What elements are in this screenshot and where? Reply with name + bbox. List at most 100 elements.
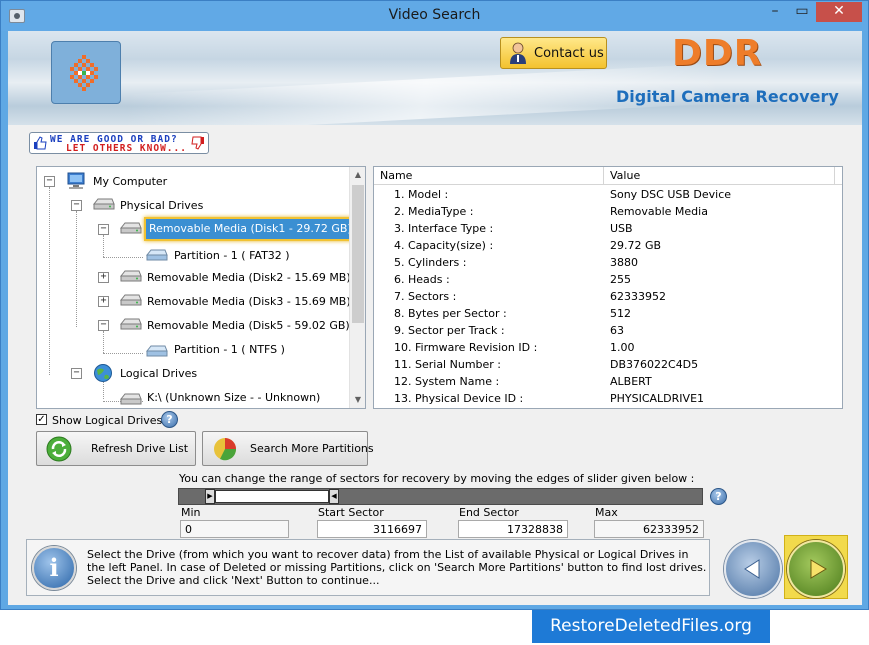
minimize-button[interactable]: – bbox=[762, 2, 788, 22]
sector-help-icon[interactable]: ? bbox=[710, 488, 727, 505]
product-subtitle: Digital Camera Recovery bbox=[616, 87, 839, 106]
property-value: Sony DSC USB Device bbox=[610, 188, 732, 201]
info-icon: i bbox=[32, 546, 76, 590]
refresh-icon bbox=[46, 436, 72, 462]
drive-icon bbox=[119, 222, 142, 234]
drive-icon bbox=[92, 198, 115, 210]
table-row[interactable]: 6. Heads : 255 bbox=[374, 271, 842, 288]
property-value: Removable Media bbox=[610, 205, 708, 218]
property-name: 5. Cylinders : bbox=[394, 256, 467, 269]
table-row[interactable]: 11. Serial Number : DB376022C4D5 bbox=[374, 356, 842, 373]
app-window: Video Search – ▭ ✕ Contact us DDR Digita… bbox=[0, 0, 869, 610]
client-area: Contact us DDR Digital Camera Recovery W… bbox=[8, 31, 862, 605]
tree-line bbox=[103, 353, 143, 354]
collapse-toggle[interactable]: − bbox=[98, 224, 109, 235]
contact-us-button[interactable]: Contact us bbox=[500, 37, 607, 69]
feedback-badge[interactable]: WE ARE GOOD OR BAD? LET OTHERS KNOW... bbox=[29, 132, 209, 154]
property-value: 63 bbox=[610, 324, 624, 337]
show-logical-drives-checkbox[interactable]: ✓ bbox=[36, 414, 47, 425]
brand-logo-text: DDR bbox=[672, 33, 763, 74]
end-sector-label: End Sector bbox=[459, 506, 519, 519]
min-field: 0 bbox=[180, 520, 289, 538]
table-row[interactable]: 3. Interface Type : USB bbox=[374, 220, 842, 237]
tree-line bbox=[103, 331, 104, 353]
drive-properties-table[interactable]: Name Value 1. Model : Sony DSC USB Device… bbox=[373, 166, 843, 409]
scroll-up-arrow-icon[interactable]: ▲ bbox=[350, 167, 365, 183]
table-row[interactable]: 7. Sectors : 62333952 bbox=[374, 288, 842, 305]
tree-node-label: Removable Media (Disk5 - 59.02 GB) bbox=[147, 319, 350, 332]
back-button[interactable] bbox=[724, 540, 782, 598]
show-logical-drives-label: Show Logical Drives bbox=[52, 414, 163, 427]
property-name: 13. Physical Device ID : bbox=[394, 392, 524, 405]
scroll-thumb[interactable] bbox=[352, 185, 364, 323]
title-bar[interactable]: Video Search – ▭ ✕ bbox=[1, 1, 868, 31]
property-value: DB376022C4D5 bbox=[610, 358, 699, 371]
slider-start-handle[interactable]: ▶ bbox=[205, 489, 215, 504]
tree-node-label: Partition - 1 ( FAT32 ) bbox=[174, 249, 290, 262]
drive-icon bbox=[119, 393, 142, 405]
next-button[interactable] bbox=[787, 540, 845, 598]
table-row[interactable]: 10. Firmware Revision ID : 1.00 bbox=[374, 339, 842, 356]
table-row[interactable]: 12. System Name : ALBERT bbox=[374, 373, 842, 390]
scroll-down-arrow-icon[interactable]: ▼ bbox=[350, 392, 365, 408]
search-more-partitions-label: Search More Partitions bbox=[250, 442, 374, 455]
property-name: 1. Model : bbox=[394, 188, 449, 201]
next-arrow-icon bbox=[810, 559, 827, 579]
collapse-toggle[interactable]: − bbox=[98, 320, 109, 331]
maximize-button[interactable]: ▭ bbox=[789, 2, 815, 22]
tree-line bbox=[103, 257, 143, 258]
drive-icon bbox=[119, 294, 142, 306]
pie-chart-icon bbox=[214, 438, 237, 461]
slider-end-handle[interactable]: ◀ bbox=[329, 489, 339, 504]
table-row[interactable]: 2. MediaType : Removable Media bbox=[374, 203, 842, 220]
sector-range-slider[interactable]: ▶ ◀ bbox=[178, 488, 703, 505]
property-value: 3880 bbox=[610, 256, 638, 269]
column-header-name[interactable]: Name bbox=[380, 169, 412, 182]
search-more-partitions-button[interactable]: Search More Partitions bbox=[202, 431, 374, 466]
property-value: 255 bbox=[610, 273, 631, 286]
property-value: 62333952 bbox=[610, 290, 666, 303]
window-title: Video Search bbox=[388, 7, 481, 23]
collapse-toggle[interactable]: − bbox=[71, 368, 82, 379]
table-header: Name Value bbox=[374, 167, 842, 185]
drive-icon bbox=[119, 318, 142, 330]
tree-line bbox=[76, 211, 77, 327]
header-banner: Contact us DDR Digital Camera Recovery bbox=[8, 31, 862, 125]
max-label: Max bbox=[595, 506, 618, 519]
end-sector-field[interactable]: 17328838 bbox=[458, 520, 568, 538]
collapse-toggle[interactable]: − bbox=[44, 176, 55, 187]
table-row[interactable]: 5. Cylinders : 3880 bbox=[374, 254, 842, 271]
expand-toggle[interactable]: + bbox=[98, 296, 109, 307]
table-row[interactable]: 13. Physical Device ID : PHYSICALDRIVE1 bbox=[374, 390, 842, 407]
property-value: USB bbox=[610, 222, 633, 235]
tree-node-label: Removable Media (Disk3 - 15.69 MB) bbox=[147, 295, 351, 308]
table-row[interactable]: 4. Capacity(size) : 29.72 GB bbox=[374, 237, 842, 254]
column-divider bbox=[603, 167, 604, 184]
close-button[interactable]: ✕ bbox=[816, 2, 862, 22]
tree-node-label: Removable Media (Disk2 - 15.69 MB) bbox=[147, 271, 351, 284]
tree-scrollbar[interactable]: ▲ ▼ bbox=[349, 167, 365, 408]
property-name: 2. MediaType : bbox=[394, 205, 474, 218]
computer-icon bbox=[67, 172, 85, 189]
globe-icon bbox=[94, 364, 112, 382]
property-value: PHYSICALDRIVE1 bbox=[610, 392, 705, 405]
start-sector-field[interactable]: 3116697 bbox=[317, 520, 427, 538]
table-row[interactable]: 9. Sector per Track : 63 bbox=[374, 322, 842, 339]
help-icon[interactable]: ? bbox=[161, 411, 178, 428]
website-watermark: RestoreDeletedFiles.org bbox=[532, 610, 770, 643]
instructions-text: Select the Drive (from which you want to… bbox=[87, 548, 707, 587]
column-header-value[interactable]: Value bbox=[610, 169, 640, 182]
instructions-panel: i Select the Drive (from which you want … bbox=[26, 539, 710, 596]
partition-icon bbox=[145, 345, 168, 357]
collapse-toggle[interactable]: − bbox=[71, 200, 82, 211]
drive-tree[interactable]: − My Computer − Physical Drives − Remova… bbox=[36, 166, 366, 409]
table-row[interactable]: 8. Bytes per Sector : 512 bbox=[374, 305, 842, 322]
back-arrow-icon bbox=[744, 559, 760, 579]
tree-node-label: Logical Drives bbox=[120, 367, 198, 380]
property-name: 6. Heads : bbox=[394, 273, 450, 286]
expand-toggle[interactable]: + bbox=[98, 272, 109, 283]
property-name: 4. Capacity(size) : bbox=[394, 239, 494, 252]
refresh-drive-list-button[interactable]: Refresh Drive List bbox=[36, 431, 196, 466]
thumbs-up-icon bbox=[34, 136, 47, 150]
table-row[interactable]: 1. Model : Sony DSC USB Device bbox=[374, 186, 842, 203]
